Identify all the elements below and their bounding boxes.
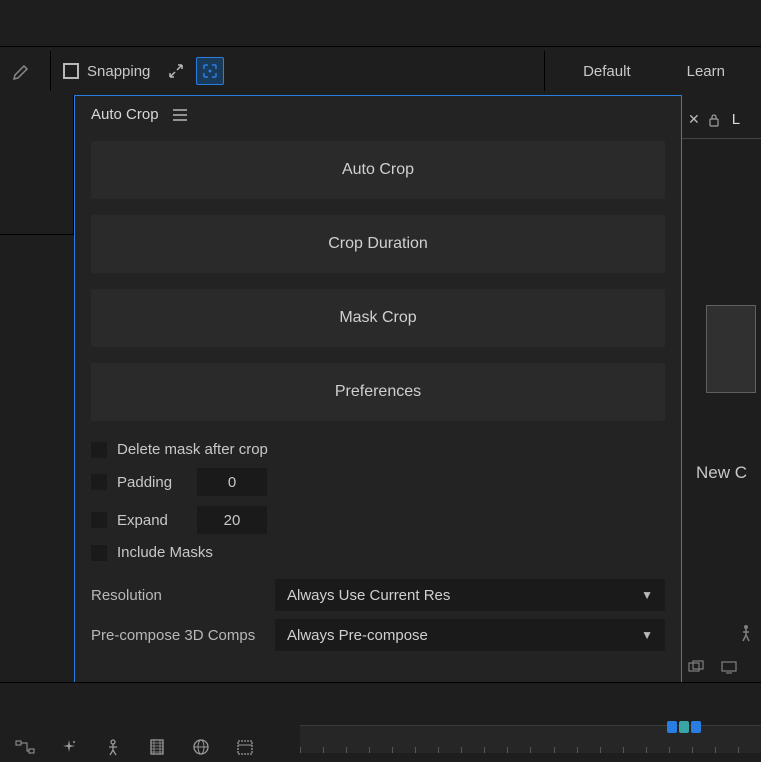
new-comp-label: New C (696, 463, 747, 483)
lock-icon[interactable] (708, 113, 720, 127)
padding-checkbox[interactable] (91, 474, 107, 490)
filmstrip-icon[interactable] (146, 736, 168, 758)
globe-icon[interactable] (190, 736, 212, 758)
panel-menu-icon[interactable] (173, 109, 187, 121)
expand-checkbox[interactable] (91, 512, 107, 528)
resolution-label: Resolution (91, 587, 275, 604)
work-area-end-handle[interactable] (691, 721, 701, 733)
sparkle-icon[interactable] (58, 736, 80, 758)
new-comp-placeholder[interactable] (706, 305, 756, 393)
pen-tool-icon[interactable] (8, 57, 36, 85)
includemasks-label: Include Masks (117, 544, 213, 561)
resolution-dropdown[interactable]: Always Use Current Res ▼ (275, 579, 665, 611)
precompose-label: Pre-compose 3D Comps (91, 627, 275, 644)
flow-icon[interactable] (14, 736, 36, 758)
preferences-button[interactable]: Preferences (91, 363, 665, 421)
person-icon[interactable] (739, 624, 753, 642)
layers-icon[interactable] (688, 660, 708, 676)
deletemask-checkbox[interactable] (91, 442, 107, 458)
maskcrop-button[interactable]: Mask Crop (91, 289, 665, 347)
work-area-mid-handle[interactable] (679, 721, 689, 733)
timeline-panel (0, 682, 761, 762)
includemasks-checkbox[interactable] (91, 545, 107, 561)
chevron-down-icon: ▼ (641, 588, 653, 602)
panel-title: Auto Crop (91, 106, 159, 123)
cropduration-button[interactable]: Crop Duration (91, 215, 665, 273)
expand-input[interactable] (197, 506, 267, 534)
precompose-value: Always Pre-compose (287, 627, 428, 644)
snap-brackets-icon[interactable] (196, 57, 224, 85)
precompose-dropdown[interactable]: Always Pre-compose ▼ (275, 619, 665, 651)
deletemask-label: Delete mask after crop (117, 441, 268, 458)
snapping-label: Snapping (87, 63, 150, 80)
work-area-start-handle[interactable] (667, 721, 677, 733)
expand-label: Expand (117, 512, 187, 529)
chevron-down-icon: ▼ (641, 628, 653, 642)
snapping-checkbox-icon (63, 63, 79, 79)
calendar-icon[interactable] (234, 736, 256, 758)
puppet-icon[interactable] (102, 736, 124, 758)
close-icon[interactable]: ✕ (688, 111, 700, 128)
padding-label: Padding (117, 474, 187, 491)
workspace-tab-learn[interactable]: Learn (679, 53, 733, 90)
workspace-tab-default[interactable]: Default (575, 53, 639, 90)
tab-letter[interactable]: L (732, 111, 740, 128)
resolution-value: Always Use Current Res (287, 587, 450, 604)
padding-input[interactable] (197, 468, 267, 496)
autocrop-button[interactable]: Auto Crop (91, 141, 665, 199)
snapping-toggle[interactable]: Snapping (57, 63, 156, 80)
collapse-icon[interactable] (162, 57, 190, 85)
autocrop-panel: Auto Crop Auto Crop Crop Duration Mask C… (74, 95, 682, 691)
monitor-icon[interactable] (720, 660, 740, 676)
